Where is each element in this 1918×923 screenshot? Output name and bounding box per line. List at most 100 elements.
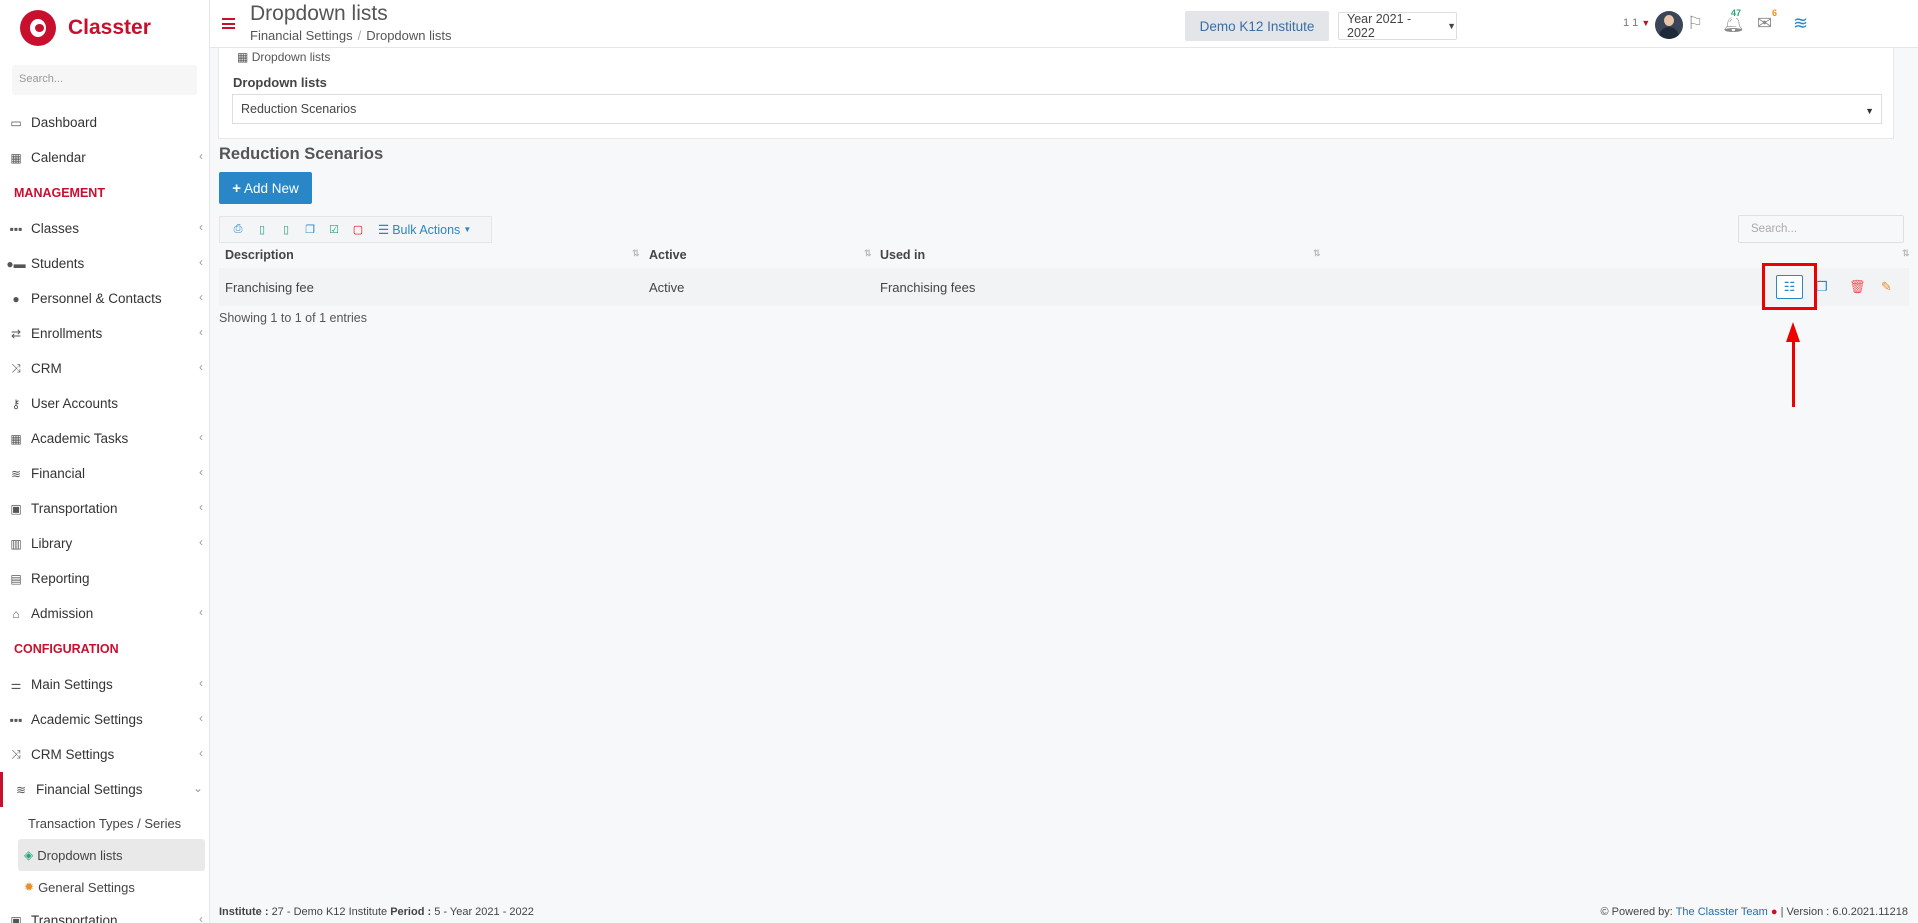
copy-icon[interactable]: ❐ xyxy=(298,220,322,240)
sidebar-subitem-transaction-types[interactable]: Transaction Types / Series xyxy=(0,807,209,839)
sidebar-item-students[interactable]: ●▬ Students ‹ xyxy=(0,246,209,281)
sliders-icon: ⚌ xyxy=(10,677,22,692)
export-excel-icon[interactable]: ▯ xyxy=(250,220,274,240)
bulk-actions-button[interactable]: ☰ Bulk Actions ▼ xyxy=(378,222,472,238)
sidebar-item-classes[interactable]: ▪▪▪ Classes ‹ xyxy=(0,211,209,246)
sidebar-item-financial[interactable]: ≋ Financial ‹ xyxy=(0,456,209,491)
sidebar-item-user-accounts[interactable]: ⚷ User Accounts xyxy=(0,386,209,421)
sort-icon[interactable]: ⇅ xyxy=(1313,248,1321,259)
sidebar-item-calendar[interactable]: ▦ Calendar ‹ xyxy=(0,140,209,175)
sidebar-item-admission[interactable]: ⌂ Admission ‹ xyxy=(0,596,209,631)
deselect-icon[interactable]: ▢ xyxy=(346,220,370,240)
breadcrumb-item: Dropdown lists xyxy=(366,28,452,43)
dropdown-list-select[interactable]: Reduction Scenarios ▼ xyxy=(232,94,1882,124)
plus-icon: + xyxy=(232,179,241,197)
column-header-active[interactable]: Active xyxy=(649,248,687,262)
breadcrumb-item[interactable]: Financial Settings xyxy=(250,28,353,43)
caret-down-icon: ▼ xyxy=(1641,18,1651,28)
sidebar-subitem-general-settings[interactable]: ✹ General Settings xyxy=(0,871,209,903)
edit-pencil-icon[interactable]: ✎ xyxy=(1881,279,1892,295)
sort-icon[interactable]: ⇅ xyxy=(864,248,872,259)
table-toolbar: ⎙ ▯ ▯ ❐ ☑ ▢ ☰ Bulk Actions ▼ xyxy=(219,216,492,243)
financial-settings-icon: ≋ xyxy=(15,782,27,797)
annotation-arrow xyxy=(1792,337,1795,407)
sidebar-item-enrollments[interactable]: ⇄ Enrollments ‹ xyxy=(0,316,209,351)
print-icon[interactable]: ⎙ xyxy=(226,220,250,240)
select-all-icon[interactable]: ☑ xyxy=(322,220,346,240)
sidebar-item-personnel-contacts[interactable]: ● Personnel & Contacts ‹ xyxy=(0,281,209,316)
envelope-icon[interactable]: ✉ xyxy=(1757,13,1772,34)
bus-icon: ▣ xyxy=(10,913,22,923)
sidebar-item-dashboard[interactable]: ▭ Dashboard xyxy=(0,105,209,140)
classter-logo-icon xyxy=(20,10,56,46)
select-value: Reduction Scenarios xyxy=(241,102,357,116)
configuration-section-title: CONFIGURATION xyxy=(14,642,119,656)
library-icon: ▥ xyxy=(10,536,22,551)
sidebar-item-transportation-settings[interactable]: ▣ Transportation ‹ xyxy=(0,903,209,923)
export-csv-icon[interactable]: ▯ xyxy=(274,220,298,240)
sidebar-item-financial-settings[interactable]: ≋ Financial Settings ⌄ xyxy=(0,772,209,807)
page-title: Dropdown lists xyxy=(250,2,388,25)
layers-icon: ◈ xyxy=(24,848,34,862)
personnel-icon: ● xyxy=(12,291,20,306)
sidebar-item-label: Dashboard xyxy=(31,115,98,130)
copy-row-icon[interactable]: ❐ xyxy=(1816,279,1828,295)
footer: Institute : 27 - Demo K12 Institute Peri… xyxy=(210,903,1918,923)
sidebar-item-crm-settings[interactable]: ⤨ CRM Settings ‹ xyxy=(0,737,209,772)
students-icon: ●▬ xyxy=(6,256,26,271)
sidebar-item-library[interactable]: ▥ Library ‹ xyxy=(0,526,209,561)
footer-period-value: 5 - Year 2021 - 2022 xyxy=(434,906,534,918)
sidebar-item-label: Main Settings xyxy=(31,677,113,692)
layers-plus-icon[interactable]: ≋ xyxy=(1793,13,1808,34)
breadcrumb: Financial Settings / Dropdown lists xyxy=(250,28,452,43)
institute-button[interactable]: Demo K12 Institute xyxy=(1185,11,1329,41)
chevron-left-icon: ‹ xyxy=(199,220,203,234)
bulk-actions-label: Bulk Actions xyxy=(392,222,461,237)
sidebar-item-label: CRM Settings xyxy=(31,747,115,762)
caret-down-icon: ▼ xyxy=(463,225,472,234)
sidebar-search-input[interactable]: Search... xyxy=(12,65,197,95)
sidebar-item-transportation[interactable]: ▣ Transportation ‹ xyxy=(0,491,209,526)
chevron-left-icon: ‹ xyxy=(199,746,203,760)
section-title: Reduction Scenarios xyxy=(219,145,384,163)
sort-icon[interactable]: ⇅ xyxy=(632,248,640,259)
year-select-value: Year 2021 - 2022 xyxy=(1347,12,1412,40)
add-new-label: Add New xyxy=(243,180,299,196)
flag-icon[interactable]: ⚐ xyxy=(1687,13,1703,34)
menu-toggle-icon[interactable] xyxy=(222,18,235,29)
sidebar-subitem-label: Dropdown lists xyxy=(37,847,123,863)
sidebar-item-reporting[interactable]: ▤ Reporting xyxy=(0,561,209,596)
table-search-input[interactable]: Search... xyxy=(1738,215,1904,243)
chevron-left-icon: ‹ xyxy=(199,711,203,725)
sidebar-item-academic-settings[interactable]: ▪▪▪ Academic Settings ‹ xyxy=(0,702,209,737)
column-header-used-in[interactable]: Used in xyxy=(880,248,925,262)
table-icon: ▦ xyxy=(237,50,249,64)
footer-institute-value: 27 - Demo K12 Institute xyxy=(271,906,388,918)
table-row[interactable]: Franchising fee Active Franchising fees … xyxy=(219,268,1909,306)
year-select[interactable]: Year 2021 - 2022 ▼ xyxy=(1338,12,1457,40)
highlight-box xyxy=(1762,263,1817,310)
entries-info: Showing 1 to 1 of 1 entries xyxy=(219,311,368,325)
sidebar-item-label: Library xyxy=(31,536,73,551)
version-text: | Version : 6.0.2021.11218 xyxy=(1780,906,1908,918)
sidebar-item-crm[interactable]: ⤨ CRM ‹ xyxy=(0,351,209,386)
delete-icon[interactable]: 🗑︎ xyxy=(1849,279,1866,295)
team-link[interactable]: The Classter Team xyxy=(1676,906,1768,918)
sort-icon[interactable]: ⇅ xyxy=(1902,248,1910,259)
column-header-description[interactable]: Description xyxy=(225,248,294,262)
chevron-left-icon: ‹ xyxy=(199,676,203,690)
sidebar-subitem-dropdown-lists[interactable]: ◈ Dropdown lists xyxy=(18,839,205,871)
chevron-down-icon: ⌄ xyxy=(192,781,203,795)
chevron-left-icon: ‹ xyxy=(199,430,203,444)
footer-period-label: Period : xyxy=(390,906,432,918)
avatar[interactable] xyxy=(1655,11,1683,39)
sidebar-item-academic-tasks[interactable]: ▦ Academic Tasks ‹ xyxy=(0,421,209,456)
user-count[interactable]: 1 1 ▼ xyxy=(1623,17,1650,29)
chevron-left-icon: ‹ xyxy=(199,500,203,514)
chevron-left-icon: ‹ xyxy=(199,605,203,619)
logo[interactable]: Classter xyxy=(0,0,209,56)
add-new-button[interactable]: + Add New xyxy=(219,172,312,204)
sidebar-item-main-settings[interactable]: ⚌ Main Settings ‹ xyxy=(0,667,209,702)
footer-institute-label: Institute : xyxy=(219,906,269,918)
chevron-left-icon: ‹ xyxy=(199,912,203,923)
